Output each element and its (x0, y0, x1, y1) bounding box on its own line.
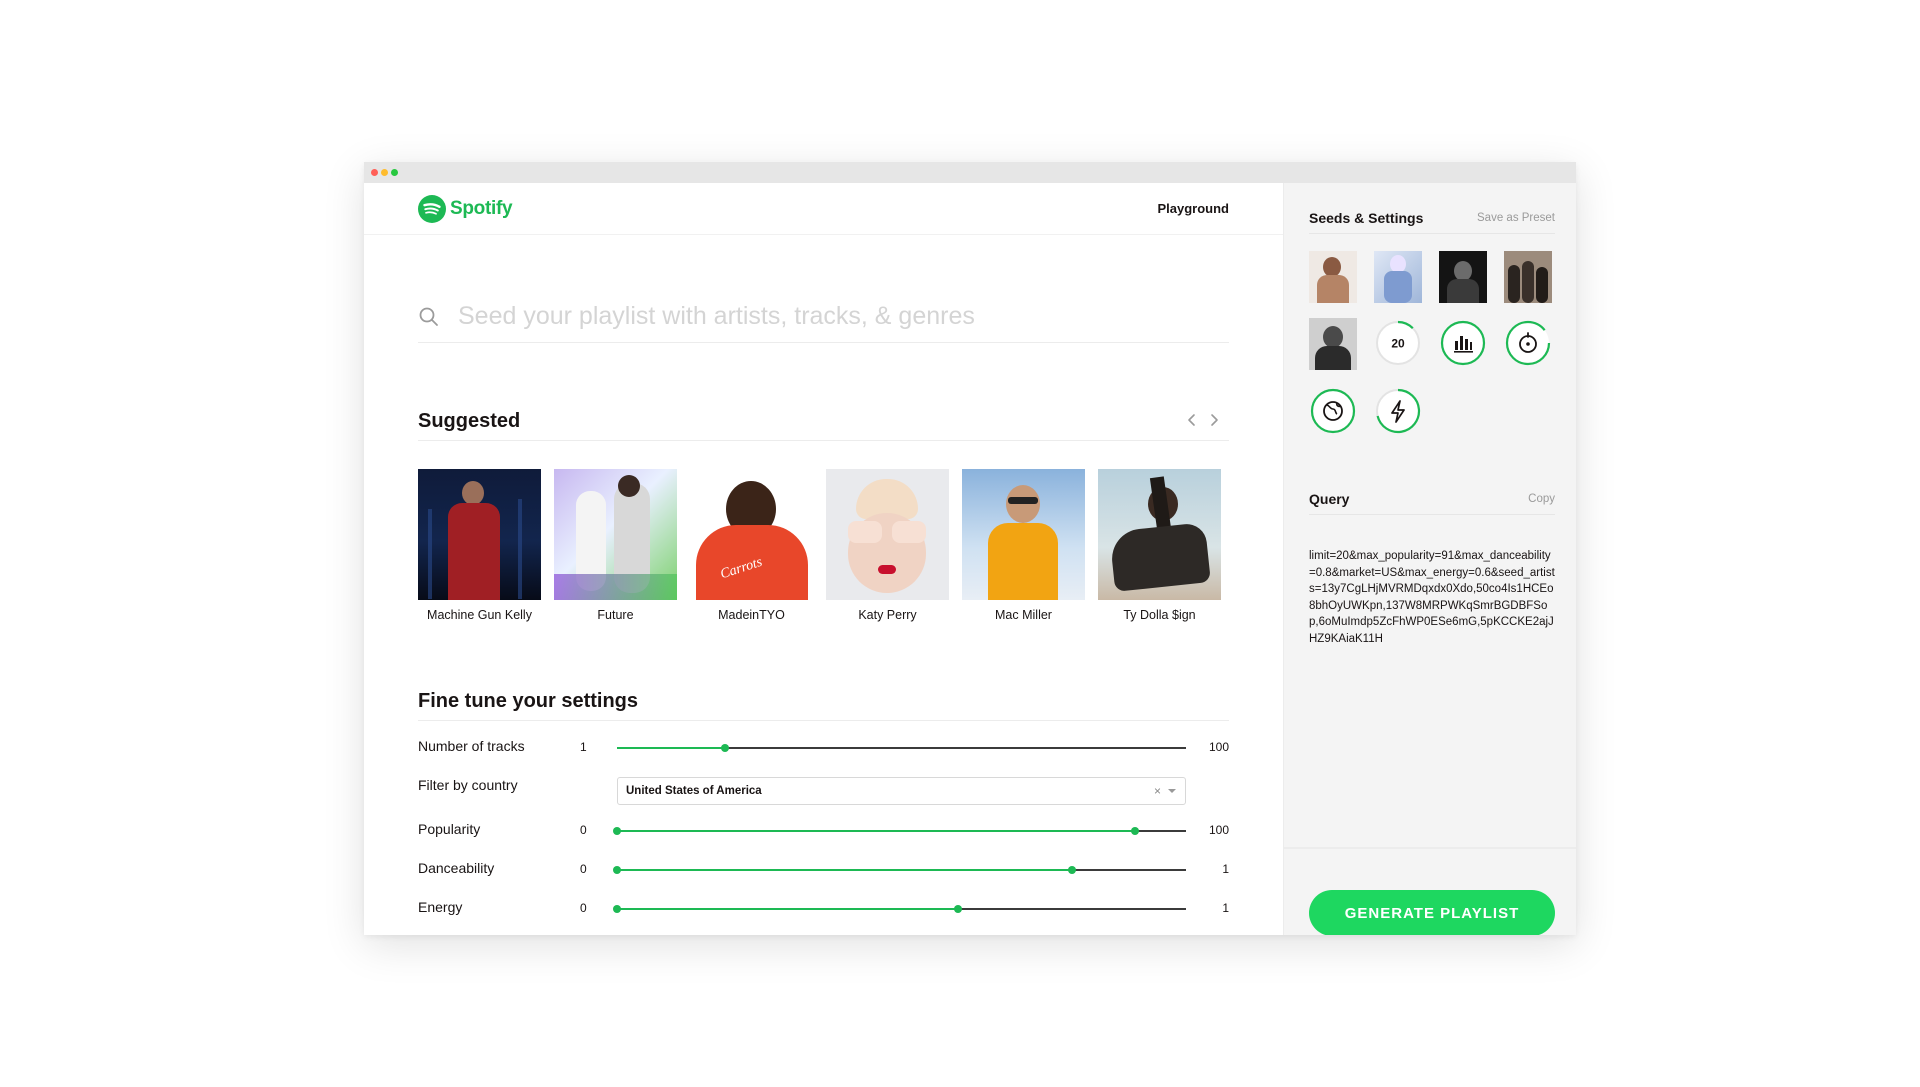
danceability-max: 1 (1222, 862, 1229, 876)
seed-artist[interactable] (1439, 251, 1487, 303)
danceability-label: Danceability (418, 860, 495, 876)
number-of-tracks-fill (617, 747, 726, 749)
number-of-tracks-max: 100 (1208, 740, 1229, 754)
setting-danceability: Danceability 0 1 (418, 860, 1229, 884)
seed-artist[interactable] (1504, 251, 1552, 303)
number-of-tracks-label: Number of tracks (418, 738, 525, 754)
spotify-icon (418, 195, 446, 223)
popularity-dial[interactable] (1440, 320, 1486, 366)
country-select-value: United States of America (626, 785, 762, 797)
artist-image (1098, 469, 1221, 600)
energy-fill (617, 908, 959, 910)
query-divider (1309, 514, 1555, 515)
energy-max-handle[interactable] (954, 905, 963, 913)
artist-name: Katy Perry (858, 608, 917, 622)
suggested-artists: Machine Gun Kelly Future Carrots MadeinT… (418, 469, 1229, 629)
clear-icon[interactable]: × (1154, 784, 1161, 798)
generate-playlist-button[interactable]: GENERATE PLAYLIST (1309, 890, 1555, 935)
brand-name: Spotify (450, 198, 513, 219)
energy-dial[interactable] (1375, 388, 1421, 434)
artist-image (554, 469, 677, 600)
popularity-fill (617, 830, 1135, 832)
search-input[interactable] (458, 302, 1229, 331)
danceability-max-handle[interactable] (1068, 866, 1077, 874)
main-panel: Spotify Playground Suggested (364, 183, 1283, 935)
copy-query-link[interactable]: Copy (1528, 493, 1555, 505)
track-limit-dial[interactable]: 20 (1375, 320, 1421, 366)
artist-image (418, 469, 541, 600)
seeds-settings-title: Seeds & Settings (1309, 210, 1424, 226)
popularity-label: Popularity (418, 821, 481, 837)
artist-image (826, 469, 949, 600)
artist-card[interactable]: Ty Dolla $ign (1098, 469, 1221, 622)
popularity-max-handle[interactable] (1130, 827, 1139, 835)
track-limit-value: 20 (1391, 337, 1405, 351)
artist-card[interactable]: Mac Miller (962, 469, 1085, 622)
country-dial[interactable] (1310, 388, 1356, 434)
popularity-slider[interactable] (613, 827, 1186, 835)
energy-label: Energy (418, 899, 463, 915)
app-window: Spotify Playground Suggested (364, 162, 1576, 935)
artist-name: MadeinTYO (718, 608, 785, 622)
danceability-min: 0 (580, 862, 587, 876)
header: Spotify Playground (364, 183, 1283, 235)
search-icon (419, 307, 438, 326)
query-string[interactable]: limit=20&max_popularity=91&max_danceabil… (1309, 548, 1555, 647)
popularity-min: 0 (580, 823, 587, 837)
danceability-fill (617, 869, 1073, 871)
nav-playground-link[interactable]: Playground (1157, 201, 1229, 216)
artist-card[interactable]: Future (554, 469, 677, 622)
artist-card[interactable]: Katy Perry (826, 469, 949, 622)
search-bar (418, 291, 1229, 343)
spotify-logo[interactable]: Spotify (418, 194, 513, 224)
setting-energy: Energy 0 1 (418, 899, 1229, 923)
number-of-tracks-min: 1 (580, 740, 587, 754)
artist-image (962, 469, 1085, 600)
chevron-left-icon[interactable] (1184, 412, 1200, 428)
seed-artist[interactable] (1309, 318, 1357, 370)
chevron-down-icon[interactable] (1168, 789, 1176, 793)
setting-popularity: Popularity 0 100 (418, 821, 1229, 845)
artist-image: Carrots (690, 469, 813, 600)
popularity-max: 100 (1208, 823, 1229, 837)
energy-max: 1 (1222, 901, 1229, 915)
number-of-tracks-slider[interactable] (617, 744, 1186, 752)
filter-by-country-label: Filter by country (418, 777, 518, 793)
artist-name: Ty Dolla $ign (1123, 608, 1196, 622)
number-of-tracks-handle[interactable] (721, 744, 730, 752)
query-title: Query (1309, 491, 1350, 507)
suggested-title: Suggested (418, 410, 521, 432)
title-bar (364, 162, 1576, 183)
sidebar-footer-divider (1284, 847, 1576, 849)
danceability-dial[interactable] (1505, 320, 1551, 366)
energy-slider[interactable] (613, 905, 1186, 913)
chevron-right-icon[interactable] (1206, 412, 1222, 428)
energy-min-handle[interactable] (613, 905, 621, 913)
artist-name: Machine Gun Kelly (427, 608, 532, 622)
danceability-min-handle[interactable] (613, 866, 621, 874)
suggested-divider (418, 440, 1229, 441)
save-preset-link[interactable]: Save as Preset (1477, 212, 1555, 224)
artist-card[interactable]: Carrots MadeinTYO (690, 469, 813, 622)
artist-name: Mac Miller (995, 608, 1052, 622)
setting-filter-by-country: Filter by country United States of Ameri… (418, 777, 1229, 805)
sidebar: Seeds & Settings Save as Preset 20 Query… (1283, 183, 1576, 935)
danceability-slider[interactable] (613, 866, 1186, 874)
seeds-divider (1309, 233, 1555, 234)
artist-name: Future (597, 608, 634, 622)
close-window-button[interactable] (371, 169, 378, 176)
popularity-min-handle[interactable] (613, 827, 621, 835)
settings-divider (418, 720, 1229, 721)
seed-artist[interactable] (1309, 251, 1357, 303)
country-select[interactable]: United States of America × (617, 777, 1186, 805)
maximize-window-button[interactable] (391, 169, 398, 176)
seed-artist[interactable] (1374, 251, 1422, 303)
minimize-window-button[interactable] (381, 169, 388, 176)
settings-title: Fine tune your settings (418, 690, 639, 712)
artist-card[interactable]: Machine Gun Kelly (418, 469, 541, 622)
setting-number-of-tracks: Number of tracks 1 100 (418, 738, 1229, 762)
energy-min: 0 (580, 901, 587, 915)
